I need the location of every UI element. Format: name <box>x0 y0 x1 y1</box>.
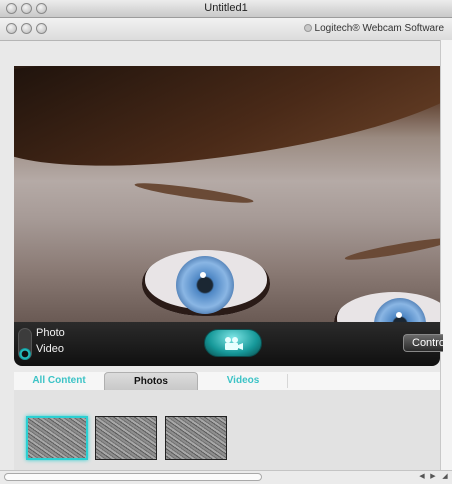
video-mode-label[interactable]: Video <box>36 343 64 355</box>
mode-switch[interactable] <box>18 328 32 360</box>
app-minimize-button[interactable] <box>21 23 32 34</box>
window-title: Untitled1 <box>204 2 248 14</box>
webcam-preview <box>14 66 440 322</box>
app-brand: Logitech® Webcam Software <box>303 23 444 34</box>
app-titlebar: Logitech® Webcam Software <box>0 18 452 41</box>
content-tabs: All Content Photos Videos <box>14 372 440 391</box>
preview-eye-left <box>142 250 270 316</box>
controls-button[interactable]: Controls <box>403 334 443 352</box>
horizontal-scrollbar[interactable]: ◀ ▶ ◢ <box>0 470 452 484</box>
tab-photos[interactable]: Photos <box>104 372 198 390</box>
logitech-logo-icon <box>303 24 312 32</box>
mode-switch-knob[interactable] <box>19 348 31 360</box>
tab-all-content[interactable]: All Content <box>14 372 104 390</box>
video-camera-icon <box>225 337 243 350</box>
preview-brow-left <box>133 179 255 207</box>
preview-hair <box>14 66 440 182</box>
photo-thumbnail[interactable] <box>165 416 227 460</box>
window-titlebar: Untitled1 <box>0 0 452 18</box>
photo-thumbnail[interactable] <box>26 416 88 460</box>
capture-control-bar: Photo Video Controls <box>14 322 443 366</box>
tab-videos[interactable]: Videos <box>198 372 288 390</box>
scroll-left-arrow-icon[interactable]: ◀ <box>417 472 427 482</box>
horizontal-scroll-thumb[interactable] <box>4 473 262 481</box>
resize-grip-icon[interactable]: ◢ <box>440 472 450 482</box>
preview-eye-right <box>334 292 440 322</box>
vertical-scrollbar[interactable] <box>440 40 452 470</box>
tab-divider <box>287 374 288 388</box>
scroll-right-arrow-icon[interactable]: ▶ <box>428 472 438 482</box>
webcam-app: Logitech® Webcam Software Photo Video Co… <box>0 18 452 484</box>
thumbnail-strip <box>14 390 440 482</box>
photo-thumbnail[interactable] <box>95 416 157 460</box>
record-button[interactable] <box>204 329 262 357</box>
photo-mode-label[interactable]: Photo <box>36 327 65 339</box>
app-close-button[interactable] <box>6 23 17 34</box>
app-zoom-button[interactable] <box>36 23 47 34</box>
app-brand-label: Logitech® Webcam Software <box>314 23 444 34</box>
preview-brow-right <box>343 234 440 264</box>
